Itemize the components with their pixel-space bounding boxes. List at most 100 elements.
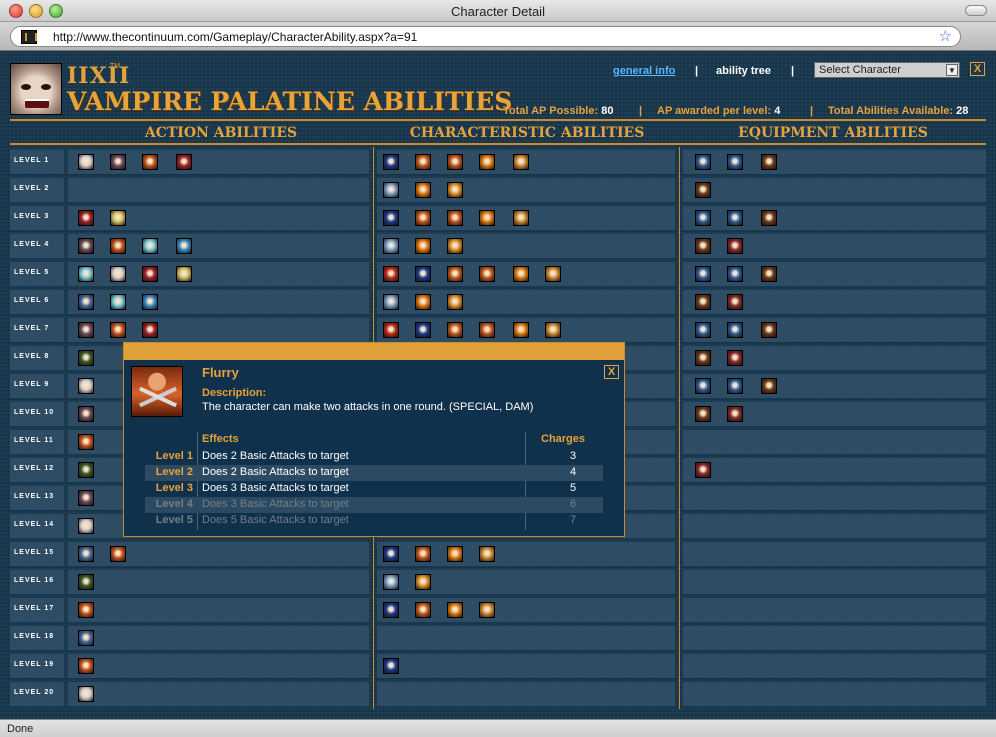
cage-green-icon[interactable]	[78, 350, 94, 366]
sword-blue-icon[interactable]	[383, 210, 399, 226]
blade-brown-icon[interactable]	[761, 322, 777, 338]
blade-brown-icon[interactable]	[761, 210, 777, 226]
sword-blue-icon[interactable]	[415, 322, 431, 338]
character-select[interactable]: Select Character ▼	[814, 62, 960, 78]
sword-blue-icon[interactable]	[383, 658, 399, 674]
face-white-icon[interactable]	[78, 518, 94, 534]
wave-blue-icon[interactable]	[383, 182, 399, 198]
beast-blue-icon[interactable]	[78, 630, 94, 646]
blade-brown-icon[interactable]	[695, 350, 711, 366]
beast-blue-icon[interactable]	[78, 294, 94, 310]
flame-orange-icon[interactable]	[479, 154, 495, 170]
beast-orange-icon[interactable]	[110, 238, 126, 254]
beast-orange-icon[interactable]	[447, 154, 463, 170]
beast-orange-icon[interactable]	[78, 658, 94, 674]
beast-blue-icon[interactable]	[78, 546, 94, 562]
sword-blue-icon[interactable]	[415, 266, 431, 282]
chevron-down-icon[interactable]: ▼	[946, 64, 958, 76]
popup-title-bar[interactable]	[124, 343, 624, 360]
shield-blue-icon[interactable]	[695, 378, 711, 394]
address-bar[interactable]: http://www.thecontinuum.com/Gameplay/Cha…	[10, 26, 961, 47]
face-cyan-icon[interactable]	[176, 238, 192, 254]
skull-yellow-icon[interactable]	[110, 210, 126, 226]
fist-orange-icon[interactable]	[447, 266, 463, 282]
fist-orange-icon[interactable]	[415, 154, 431, 170]
blade-brown-icon[interactable]	[761, 154, 777, 170]
claw-orange-icon[interactable]	[545, 322, 561, 338]
face-white-icon[interactable]	[110, 266, 126, 282]
toolbar-toggle-button[interactable]	[965, 5, 987, 16]
skull-cyan-icon[interactable]	[78, 266, 94, 282]
flame-orange-icon[interactable]	[415, 182, 431, 198]
shield-blue-icon[interactable]	[727, 210, 743, 226]
beast-orange-icon[interactable]	[78, 434, 94, 450]
claw-orange-icon[interactable]	[545, 266, 561, 282]
claw-red-icon[interactable]	[383, 266, 399, 282]
skull-cyan-icon[interactable]	[142, 238, 158, 254]
shield-red-icon[interactable]	[727, 350, 743, 366]
beast-orange-icon[interactable]	[479, 266, 495, 282]
claw-red-icon[interactable]	[383, 322, 399, 338]
face-red-icon[interactable]	[142, 322, 158, 338]
shield-blue-icon[interactable]	[727, 154, 743, 170]
hand-orange-icon[interactable]	[447, 182, 463, 198]
hand-orange-icon[interactable]	[415, 574, 431, 590]
shield-blue-icon[interactable]	[727, 378, 743, 394]
shield-red-icon[interactable]	[727, 406, 743, 422]
face-white-icon[interactable]	[78, 686, 94, 702]
face-hood-icon[interactable]	[110, 154, 126, 170]
blade-brown-icon[interactable]	[695, 406, 711, 422]
blade-brown-icon[interactable]	[761, 266, 777, 282]
fist-orange-icon[interactable]	[415, 602, 431, 618]
cage-green-icon[interactable]	[78, 574, 94, 590]
claw-orange-icon[interactable]	[479, 546, 495, 562]
blade-brown-icon[interactable]	[695, 182, 711, 198]
popup-close-button[interactable]: X	[604, 365, 619, 379]
shield-blue-icon[interactable]	[695, 210, 711, 226]
beast-orange-icon[interactable]	[110, 322, 126, 338]
fist-orange-icon[interactable]	[415, 210, 431, 226]
blade-brown-icon[interactable]	[695, 238, 711, 254]
wave-blue-icon[interactable]	[383, 238, 399, 254]
shield-red-icon[interactable]	[727, 238, 743, 254]
face-red-icon[interactable]	[176, 154, 192, 170]
beast-orange-icon[interactable]	[110, 546, 126, 562]
url-text[interactable]: http://www.thecontinuum.com/Gameplay/Cha…	[53, 30, 417, 44]
shield-red-icon[interactable]	[695, 462, 711, 478]
shield-blue-icon[interactable]	[695, 266, 711, 282]
page-close-button[interactable]: X	[970, 62, 985, 76]
face-red-icon[interactable]	[142, 266, 158, 282]
claw-orange-icon[interactable]	[513, 154, 529, 170]
wave-blue-icon[interactable]	[383, 294, 399, 310]
beast-orange-icon[interactable]	[479, 322, 495, 338]
beast-orange-icon[interactable]	[78, 602, 94, 618]
face-hood-icon[interactable]	[78, 322, 94, 338]
face-white-icon[interactable]	[78, 154, 94, 170]
claw-orange-icon[interactable]	[479, 602, 495, 618]
claw-orange-icon[interactable]	[513, 210, 529, 226]
cage-green-icon[interactable]	[78, 462, 94, 478]
flame-orange-icon[interactable]	[415, 238, 431, 254]
sword-blue-icon[interactable]	[383, 546, 399, 562]
sword-blue-icon[interactable]	[383, 602, 399, 618]
skull-cyan-icon[interactable]	[110, 294, 126, 310]
general-info-link[interactable]: general info	[613, 65, 675, 77]
shield-blue-icon[interactable]	[695, 154, 711, 170]
face-hood-icon[interactable]	[78, 238, 94, 254]
flame-orange-icon[interactable]	[447, 602, 463, 618]
shield-blue-icon[interactable]	[727, 266, 743, 282]
blade-brown-icon[interactable]	[761, 378, 777, 394]
face-hood-icon[interactable]	[78, 490, 94, 506]
blade-brown-icon[interactable]	[695, 294, 711, 310]
face-hood-icon[interactable]	[78, 406, 94, 422]
flame-orange-icon[interactable]	[415, 294, 431, 310]
shield-red-icon[interactable]	[727, 294, 743, 310]
wave-blue-icon[interactable]	[383, 574, 399, 590]
sword-blue-icon[interactable]	[383, 154, 399, 170]
fist-orange-icon[interactable]	[447, 322, 463, 338]
face-red-icon[interactable]	[78, 210, 94, 226]
flame-orange-icon[interactable]	[513, 266, 529, 282]
shield-blue-icon[interactable]	[727, 322, 743, 338]
flame-orange-icon[interactable]	[513, 322, 529, 338]
hand-orange-icon[interactable]	[447, 238, 463, 254]
